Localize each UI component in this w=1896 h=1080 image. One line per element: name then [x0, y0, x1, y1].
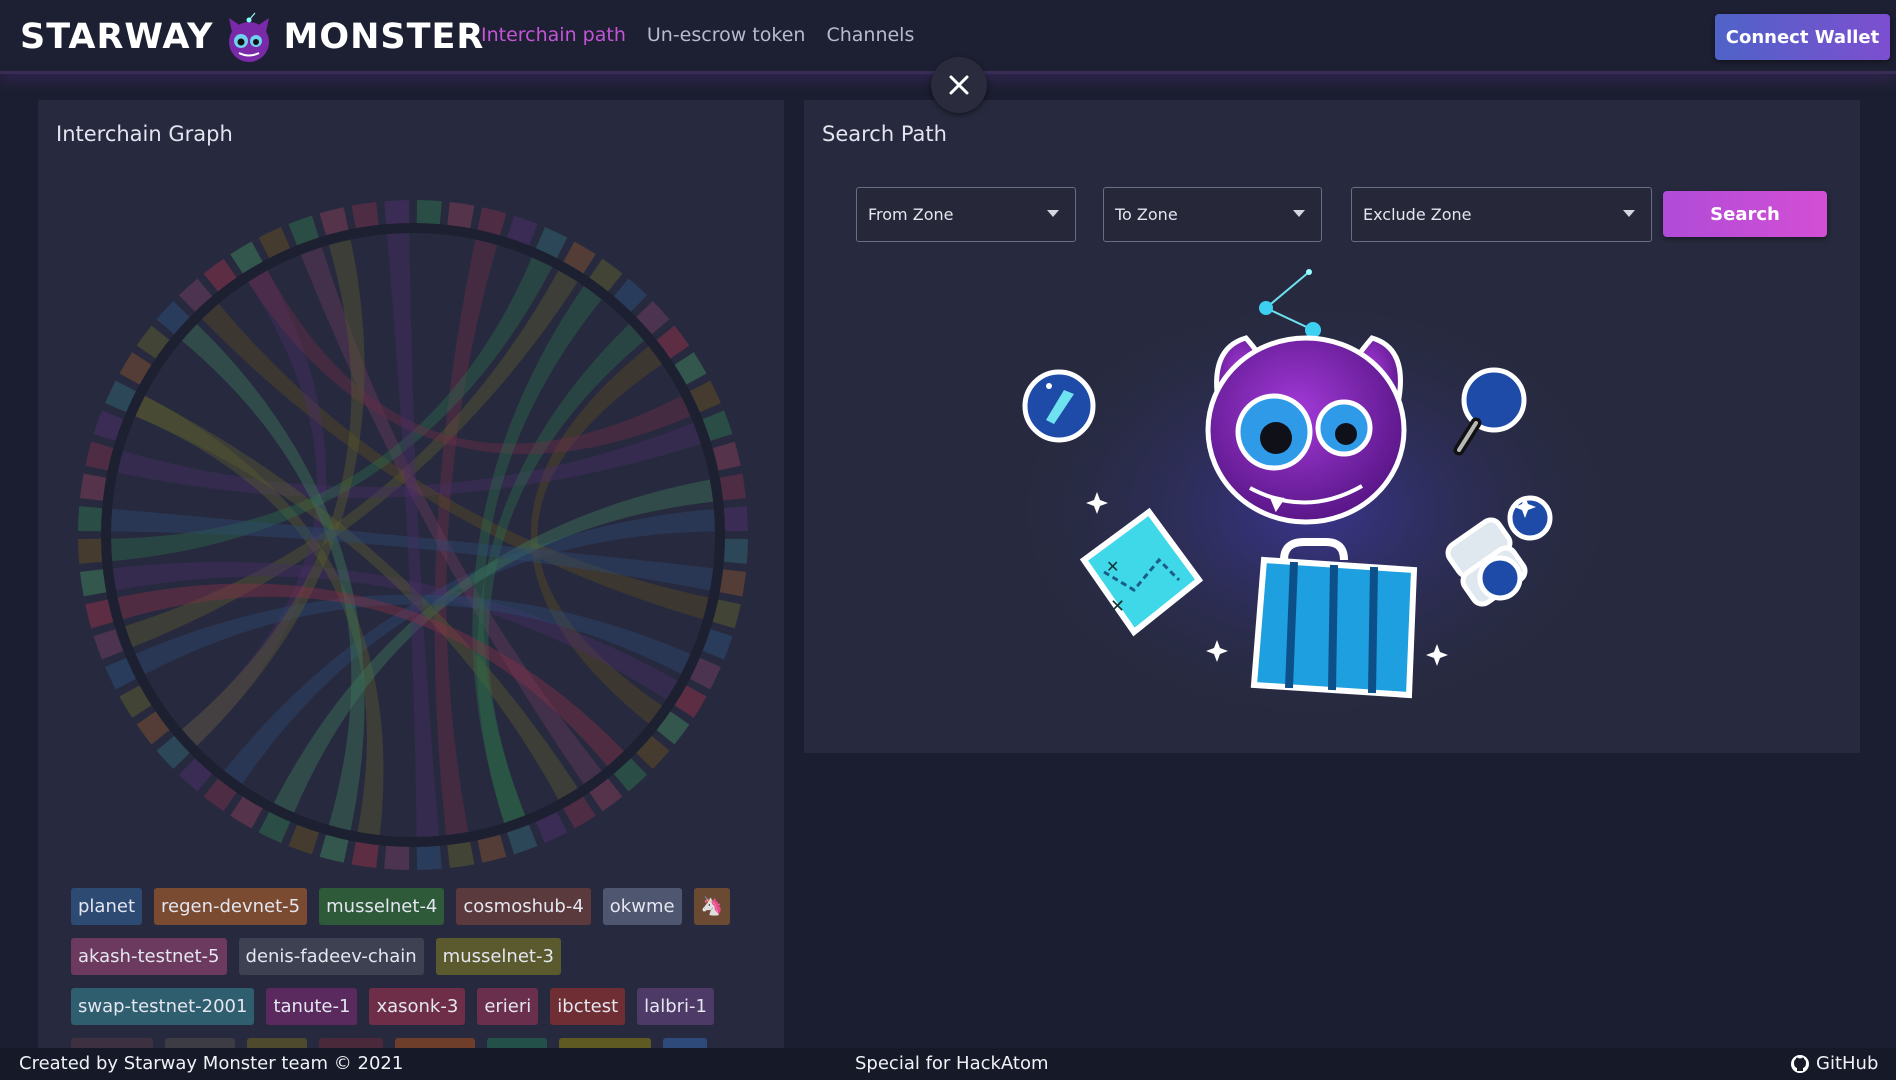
- main-nav: Interchain path Un-escrow token Channels: [481, 24, 914, 46]
- panel-title: Search Path: [822, 122, 947, 146]
- select-label: From Zone: [868, 205, 954, 224]
- chord-arc: [78, 506, 105, 532]
- github-link[interactable]: GitHub: [1790, 1053, 1878, 1074]
- zone-chip[interactable]: musselnet-4: [319, 888, 445, 925]
- chord-arc: [384, 200, 410, 227]
- nav-interchain-path[interactable]: Interchain path: [481, 24, 626, 46]
- chip-row: swap-testnet-2001 tanute-1 xasonk-3 erie…: [71, 988, 761, 1025]
- zone-chip[interactable]: okwme: [602, 888, 682, 925]
- nav-unescrow-token[interactable]: Un-escrow token: [647, 24, 806, 46]
- svg-text:✕: ✕: [1110, 596, 1125, 617]
- zone-chip[interactable]: lalbri-1: [637, 988, 714, 1025]
- close-icon: [949, 75, 969, 95]
- chord-arc: [721, 538, 748, 564]
- brand-logo[interactable]: STARWAY MONSTER: [20, 10, 484, 64]
- from-zone-select[interactable]: From Zone: [856, 187, 1076, 242]
- zone-chip[interactable]: ibctest: [550, 988, 626, 1025]
- connect-wallet-button[interactable]: Connect Wallet: [1715, 14, 1890, 60]
- chord-arc: [78, 538, 105, 564]
- zone-chip[interactable]: xasonk-3: [369, 988, 466, 1025]
- chord-ribbons: [111, 233, 715, 837]
- chord-arc: [416, 200, 442, 227]
- zone-chip[interactable]: 🦄: [693, 888, 730, 925]
- chord-arc: [721, 506, 748, 532]
- logo-text-right: MONSTER: [283, 17, 485, 57]
- zone-chip[interactable]: denis-fadeev-chain: [238, 938, 424, 975]
- chord-ribbon: [387, 233, 439, 837]
- chip-row: akash-testnet-5 denis-fadeev-chain musse…: [71, 938, 761, 975]
- caret-down-icon: [1623, 210, 1635, 217]
- close-button[interactable]: [931, 57, 987, 113]
- search-button[interactable]: Search: [1663, 191, 1827, 237]
- compass-icon: [1022, 369, 1096, 443]
- caret-down-icon: [1047, 210, 1059, 217]
- select-label: Exclude Zone: [1363, 205, 1472, 224]
- chip-row: planet regen-devnet-5 musselnet-4 cosmos…: [71, 888, 761, 925]
- zone-chip[interactable]: musselnet-3: [435, 938, 561, 975]
- zone-chip[interactable]: regen-devnet-5: [154, 888, 308, 925]
- github-label: GitHub: [1816, 1053, 1879, 1074]
- nav-channels[interactable]: Channels: [826, 24, 914, 46]
- github-icon: [1791, 1054, 1809, 1073]
- exclude-zone-select[interactable]: Exclude Zone: [1351, 187, 1652, 242]
- interchain-chord-diagram[interactable]: [68, 190, 758, 880]
- chord-arc: [384, 843, 410, 870]
- footer-credits: Created by Starway Monster team © 2021: [19, 1053, 404, 1074]
- panel-title: Interchain Graph: [56, 122, 233, 146]
- zone-chip-list: planet regen-devnet-5 musselnet-4 cosmos…: [71, 888, 761, 1060]
- zone-chip[interactable]: cosmoshub-4: [456, 888, 591, 925]
- select-label: To Zone: [1115, 205, 1178, 224]
- chord-arc: [416, 843, 442, 870]
- monster-mascot-icon: [228, 12, 269, 62]
- zone-chip[interactable]: tanute-1: [266, 988, 358, 1025]
- interchain-graph-panel: Interchain Graph planet regen-devnet-5 m…: [38, 100, 784, 1060]
- to-zone-select[interactable]: To Zone: [1103, 187, 1322, 242]
- caret-down-icon: [1293, 210, 1305, 217]
- monster-explorer-illustration: ✕ ✕: [984, 269, 1644, 740]
- zone-chip[interactable]: erieri: [477, 988, 539, 1025]
- footer-tagline: Special for HackAtom: [855, 1053, 1049, 1074]
- zone-chip[interactable]: swap-testnet-2001: [71, 988, 255, 1025]
- page-footer: Created by Starway Monster team © 2021 S…: [0, 1048, 1896, 1080]
- search-path-panel: Search Path From Zone To Zone Exclude Zo…: [804, 100, 1860, 753]
- zone-chip[interactable]: planet: [71, 888, 142, 925]
- monster-mascot-icon: [1205, 335, 1407, 525]
- zone-chip[interactable]: akash-testnet-5: [71, 938, 227, 975]
- logo-text-left: STARWAY: [20, 17, 214, 57]
- svg-text:✕: ✕: [1106, 557, 1119, 576]
